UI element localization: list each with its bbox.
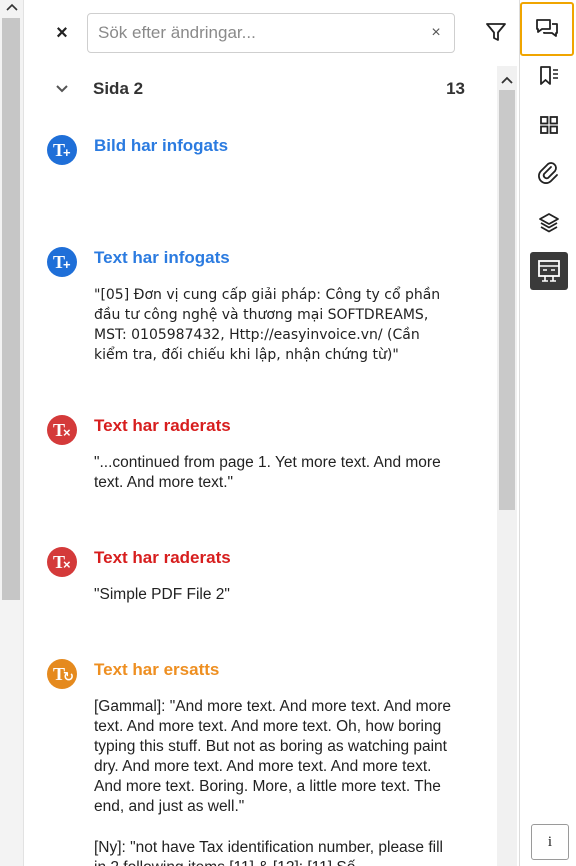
insert-icon: T + (47, 247, 77, 277)
info-button[interactable]: i (531, 824, 569, 860)
filter-icon (486, 23, 506, 41)
comments-icon (536, 19, 558, 37)
search-box[interactable]: × (87, 13, 455, 53)
scrollbar-thumb[interactable] (2, 18, 20, 600)
change-item[interactable]: T ↻ Text har ersatts [Gammal]: "And more … (47, 659, 487, 866)
change-text: "...continued from page 1. Yet more text… (94, 454, 441, 491)
bookmarks-button[interactable] (530, 57, 568, 95)
change-item[interactable]: T + Text har infogats "[05] Đơn vị cung c… (47, 247, 487, 367)
chevron-down-icon[interactable] (54, 80, 70, 96)
search-input[interactable] (98, 22, 418, 44)
filter-button[interactable] (484, 20, 510, 46)
thumbnails-icon (540, 116, 558, 134)
scroll-up-arrow-icon[interactable] (501, 72, 513, 84)
close-button[interactable]: × (50, 18, 74, 48)
right-tool-rail: i (519, 0, 576, 866)
page-group-header[interactable]: Sida 2 13 (50, 76, 470, 102)
delete-icon: T × (47, 547, 77, 577)
left-scrollbar[interactable] (0, 0, 24, 866)
comments-button[interactable] (520, 2, 574, 56)
replace-icon: T ↻ (47, 659, 77, 689)
page-group-count: 13 (446, 79, 465, 98)
compare-icon (538, 260, 560, 282)
attachments-button[interactable] (530, 155, 568, 193)
change-title: Text har infogats (94, 248, 230, 267)
list-scrollbar-thumb[interactable] (499, 90, 515, 510)
compare-button[interactable] (530, 252, 568, 290)
change-text-new: [Ny]: "not have Tax identification numbe… (94, 839, 443, 866)
change-text: "Simple PDF File 2" (94, 586, 230, 603)
change-title: Text har ersatts (94, 660, 220, 679)
bookmarks-icon (540, 66, 558, 85)
change-title: Text har raderats (94, 548, 231, 567)
change-title: Bild har infogats (94, 136, 229, 155)
change-item[interactable]: T × Text har raderats "Simple PDF File 2" (47, 547, 487, 607)
change-item[interactable]: T + Bild har infogats (47, 135, 487, 195)
attachments-icon (538, 162, 558, 184)
list-scrollbar[interactable] (497, 66, 517, 866)
layers-button[interactable] (530, 204, 568, 242)
change-text-old: [Gammal]: "And more text. And more text.… (94, 698, 451, 815)
page-group-label: Sida 2 (93, 79, 144, 98)
layers-icon (539, 213, 559, 233)
change-text: "[05] Đơn vị cung cấp giải pháp: Công ty… (94, 287, 441, 363)
thumbnails-button[interactable] (530, 106, 568, 144)
clear-search-button[interactable]: × (426, 22, 446, 44)
insert-icon: T + (47, 135, 77, 165)
change-item[interactable]: T × Text har raderats "...continued from … (47, 415, 487, 495)
delete-icon: T × (47, 415, 77, 445)
scroll-up-arrow-icon[interactable] (6, 2, 18, 14)
change-title: Text har raderats (94, 416, 231, 435)
